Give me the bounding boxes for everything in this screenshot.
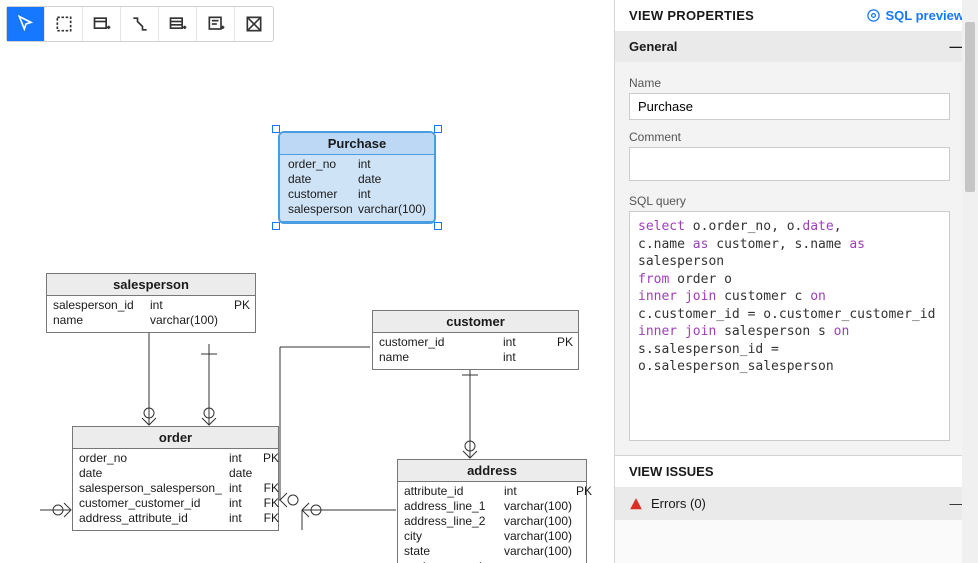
column-row: salespersonvarchar(100)	[288, 202, 426, 217]
comment-input[interactable]	[629, 147, 950, 181]
entity-purchase[interactable]: Purchase order_nointdatedatecustomerints…	[278, 131, 436, 224]
issues-header: VIEW ISSUES	[615, 455, 978, 487]
entity-columns: salesperson_idintPKnamevarchar(100)	[47, 296, 255, 332]
diagram-canvas[interactable]: Purchase order_nointdatedatecustomerints…	[0, 0, 614, 563]
column-row: customerint	[288, 187, 426, 202]
issues-title: VIEW ISSUES	[629, 464, 714, 479]
name-input[interactable]	[629, 93, 950, 120]
entity-title: salesperson	[47, 274, 255, 296]
column-row: datedate	[288, 172, 426, 187]
sql-preview-label: SQL preview	[885, 8, 964, 23]
column-row: address_attribute_idintFK	[79, 511, 272, 526]
tool-layer[interactable]	[235, 7, 273, 41]
entity-title: Purchase	[280, 133, 434, 155]
column-row: customer_custome	[404, 559, 580, 563]
entity-salesperson[interactable]: salesperson salesperson_idintPKnamevarch…	[46, 273, 256, 333]
tool-add-view[interactable]	[159, 7, 197, 41]
sql-query-input[interactable]: select o.order_no, o.date, c.name as cus…	[629, 211, 950, 441]
panel-title: VIEW PROPERTIES	[629, 8, 754, 23]
warning-icon	[629, 497, 643, 511]
errors-label: Errors (0)	[651, 496, 706, 511]
section-general-body: Name Comment SQL query select o.order_no…	[615, 62, 978, 455]
properties-panel: VIEW PROPERTIES SQL preview General — Na…	[614, 0, 978, 563]
sql-preview-link[interactable]: SQL preview	[866, 8, 964, 23]
entity-columns: attribute_idintPKaddress_line_1varchar(1…	[398, 482, 586, 563]
column-row: salesperson_salesperson_intFK	[79, 481, 272, 496]
tool-pointer[interactable]	[7, 7, 45, 41]
column-row: nameint	[379, 350, 572, 365]
entity-columns: order_nointPKdatedatesalesperson_salespe…	[73, 449, 278, 530]
name-label: Name	[629, 76, 950, 90]
selection-handle-se[interactable]	[434, 222, 442, 230]
column-row: order_nointPK	[79, 451, 272, 466]
section-general-header[interactable]: General —	[615, 31, 978, 62]
column-row: order_noint	[288, 157, 426, 172]
eye-icon	[866, 8, 881, 23]
section-general-label: General	[629, 39, 677, 54]
panel-header: VIEW PROPERTIES SQL preview	[615, 0, 978, 31]
entity-columns: customer_idintPKnameint	[373, 333, 578, 369]
entity-order[interactable]: order order_nointPKdatedatesalesperson_s…	[72, 426, 279, 531]
errors-row[interactable]: Errors (0) —	[615, 487, 978, 520]
tool-note[interactable]	[197, 7, 235, 41]
column-row: address_line_1varchar(100)	[404, 499, 580, 514]
entity-columns: order_nointdatedatecustomerintsalesperso…	[280, 155, 434, 222]
column-row: salesperson_idintPK	[53, 298, 249, 313]
selection-handle-sw[interactable]	[272, 222, 280, 230]
sql-label: SQL query	[629, 194, 950, 208]
entity-title: customer	[373, 311, 578, 333]
column-row: datedate	[79, 466, 272, 481]
comment-label: Comment	[629, 130, 950, 144]
entity-customer[interactable]: customer customer_idintPKnameint	[372, 310, 579, 370]
entity-address[interactable]: address attribute_idintPKaddress_line_1v…	[397, 459, 587, 563]
column-row: customer_idintPK	[379, 335, 572, 350]
column-row: address_line_2varchar(100)	[404, 514, 580, 529]
tool-add-table[interactable]	[83, 7, 121, 41]
entity-title: address	[398, 460, 586, 482]
selection-handle-ne[interactable]	[434, 125, 442, 133]
selection-handle-nw[interactable]	[272, 125, 280, 133]
column-row: cityvarchar(100)	[404, 529, 580, 544]
tool-marquee[interactable]	[45, 7, 83, 41]
panel-scrollbar[interactable]	[962, 0, 978, 563]
toolbar	[6, 6, 274, 42]
column-row: customer_customer_idintFK	[79, 496, 272, 511]
column-row: statevarchar(100)	[404, 544, 580, 559]
tool-relation[interactable]	[121, 7, 159, 41]
entity-title: order	[73, 427, 278, 449]
column-row: namevarchar(100)	[53, 313, 249, 328]
column-row: attribute_idintPK	[404, 484, 580, 499]
